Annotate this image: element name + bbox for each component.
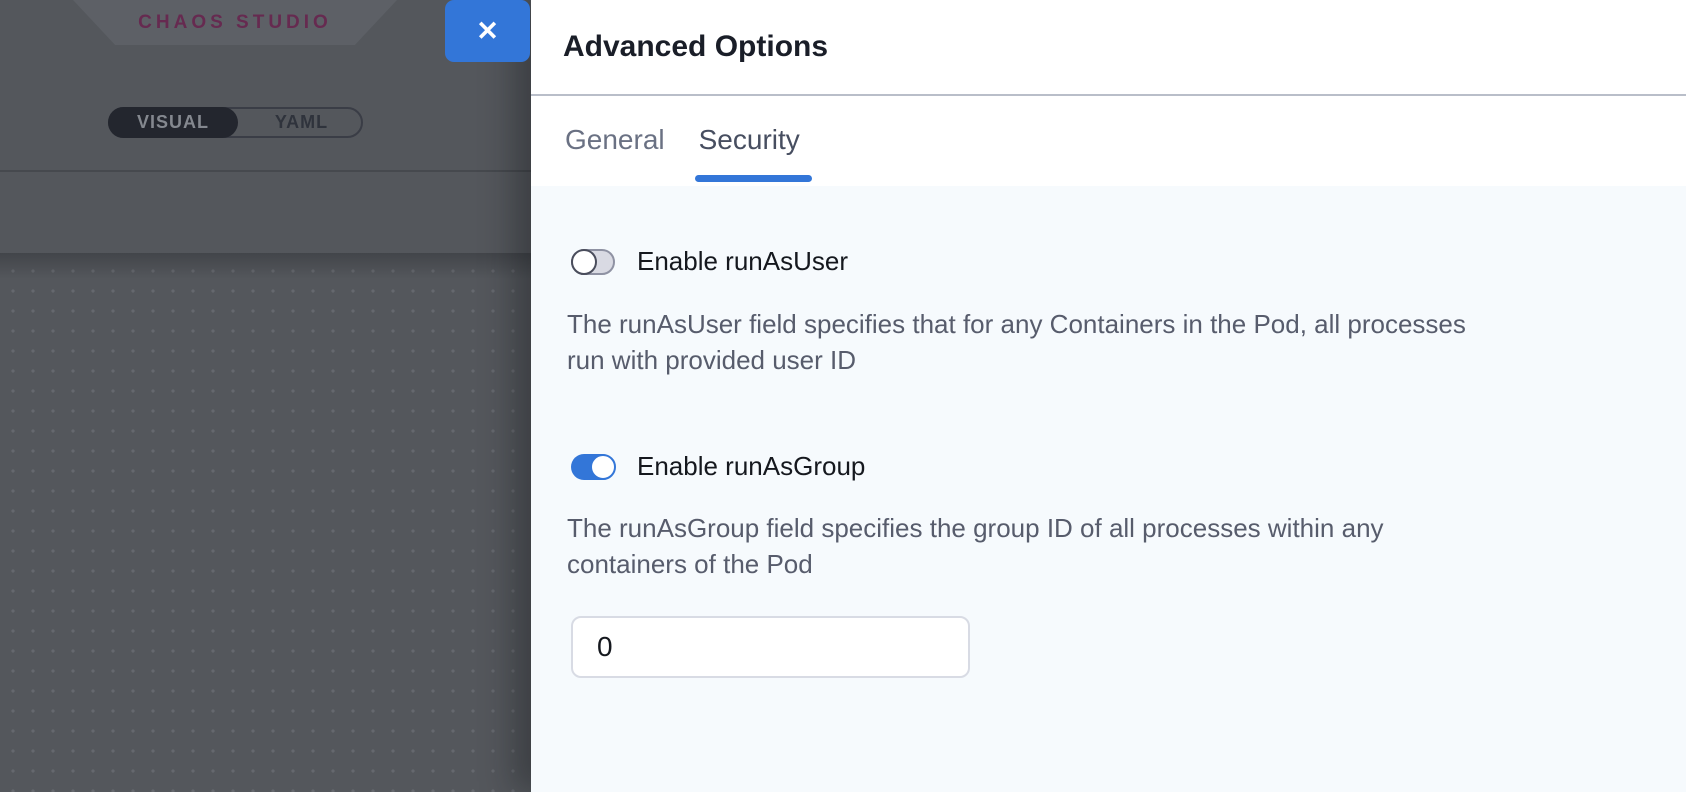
toggle-knob [571, 249, 597, 275]
canvas-divider [0, 170, 531, 172]
runasgroup-row: Enable runAsGroup [571, 451, 865, 482]
tab-security[interactable]: Security [697, 96, 802, 184]
runasgroup-description-line2: containers of the Pod [567, 549, 813, 579]
yaml-tab-label: YAML [275, 112, 328, 133]
screen: CHAOS STUDIO VISUAL YAML ✕ Advanced Opti… [0, 0, 1686, 792]
enable-runasuser-label: Enable runAsUser [637, 246, 848, 277]
chaos-studio-logo-text: CHAOS STUDIO [138, 12, 332, 34]
enable-runasuser-toggle[interactable] [571, 249, 615, 275]
tab-general[interactable]: General [563, 96, 667, 184]
runasgroup-value-input[interactable] [571, 616, 970, 678]
security-tab-content: Enable runAsUser The runAsUser field spe… [531, 186, 1686, 792]
canvas-dot-grid [0, 253, 531, 792]
runasuser-description-line2: run with provided user ID [567, 345, 856, 375]
tab-bar: General Security [531, 96, 1686, 184]
runasgroup-description: The runAsGroup field specifies the group… [567, 510, 1384, 582]
close-button[interactable]: ✕ [445, 0, 530, 62]
toggle-knob [590, 454, 616, 480]
yaml-tab[interactable]: YAML [238, 107, 365, 138]
enable-runasgroup-toggle[interactable] [571, 454, 615, 480]
panel-title: Advanced Options [563, 30, 828, 64]
advanced-options-panel: Advanced Options General Security Enable… [531, 0, 1686, 792]
close-icon: ✕ [476, 18, 499, 45]
panel-header: Advanced Options [531, 0, 1686, 96]
runasuser-description-line1: The runAsUser field specifies that for a… [567, 309, 1466, 339]
runasuser-description: The runAsUser field specifies that for a… [567, 306, 1466, 378]
runasgroup-description-line1: The runAsGroup field specifies the group… [567, 513, 1384, 543]
background-canvas: CHAOS STUDIO VISUAL YAML [0, 0, 531, 792]
runasuser-row: Enable runAsUser [571, 246, 848, 277]
visual-tab-label: VISUAL [137, 112, 209, 133]
view-mode-toggle: VISUAL YAML [108, 107, 363, 138]
enable-runasgroup-label: Enable runAsGroup [637, 451, 865, 482]
chaos-studio-logo: CHAOS STUDIO [73, 0, 397, 45]
visual-tab[interactable]: VISUAL [108, 107, 238, 138]
